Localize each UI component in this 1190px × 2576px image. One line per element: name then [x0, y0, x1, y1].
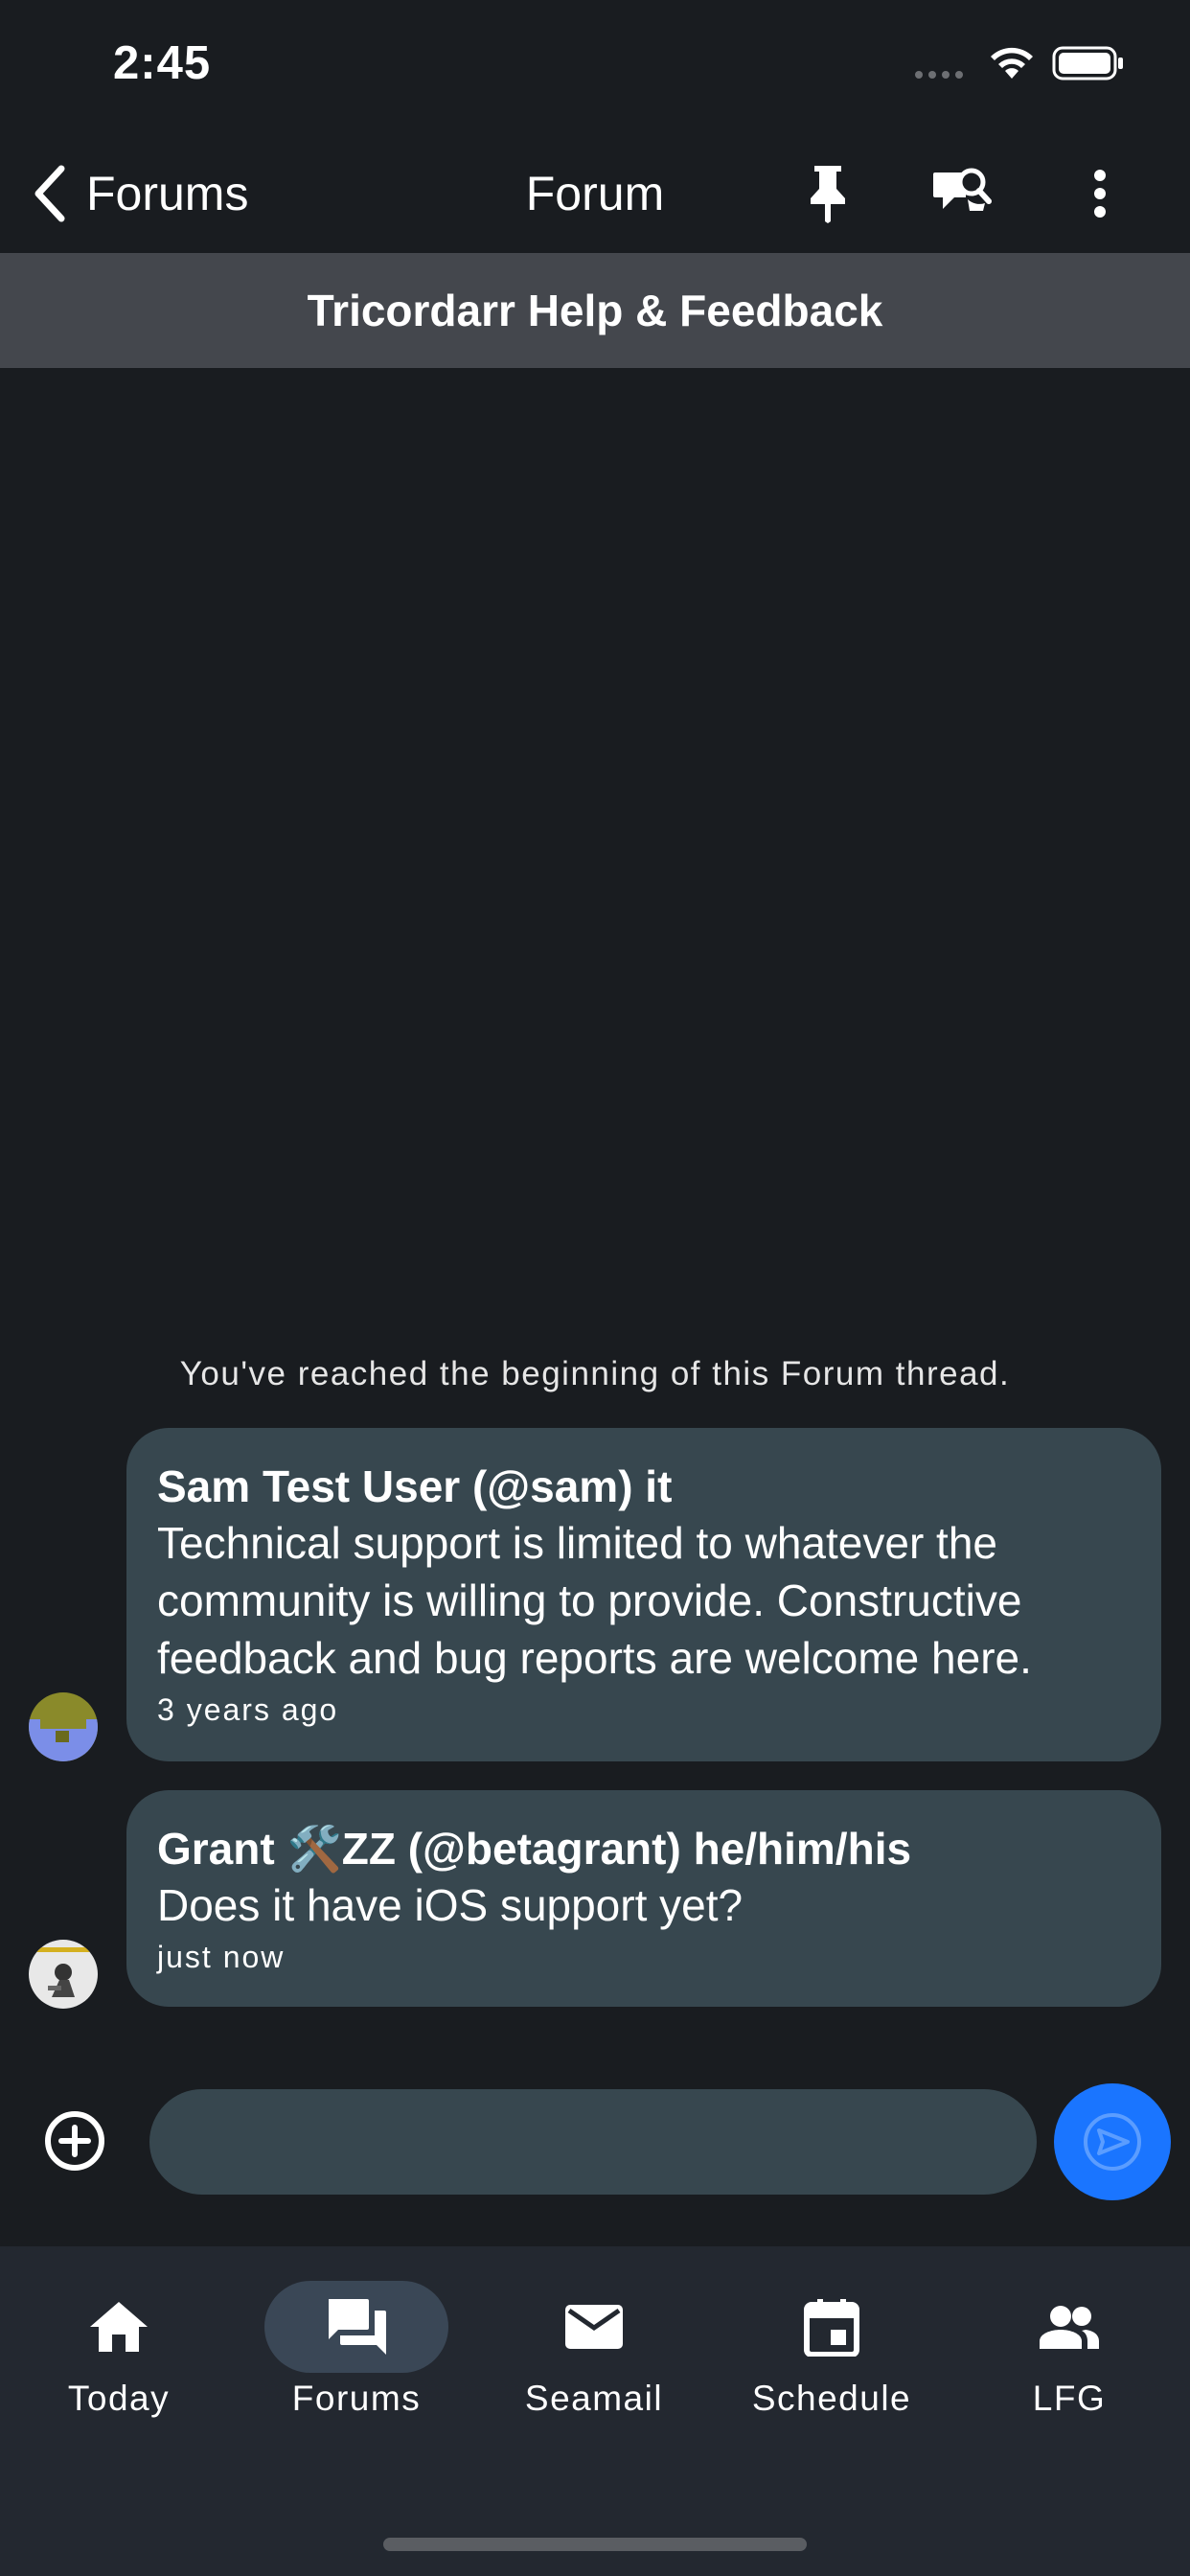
forum-icon — [329, 2299, 386, 2355]
search-forum-button[interactable] — [926, 157, 998, 230]
message-input[interactable] — [149, 2089, 1037, 2195]
people-icon — [1040, 2306, 1099, 2349]
tab-label: Seamail — [524, 2379, 664, 2418]
pin-icon — [811, 166, 845, 223]
forum-post[interactable]: Sam Test User (@sam) it Technical suppor… — [126, 1428, 1161, 1761]
post-text: Technical support is limited to whatever… — [157, 1518, 1032, 1683]
status-time: 2:45 — [113, 37, 212, 89]
home-indicator — [383, 2538, 807, 2551]
tab-label: Schedule — [751, 2379, 912, 2418]
back-label: Forums — [86, 167, 249, 220]
tab-forums[interactable]: Forums — [238, 2281, 475, 2453]
more-options-button[interactable] — [1064, 157, 1136, 230]
avatar[interactable] — [29, 1940, 98, 2009]
avatar-image — [29, 1940, 98, 2009]
tab-label: Today — [67, 2379, 171, 2418]
active-tab-indicator — [264, 2281, 448, 2373]
tab-label: LFG — [1032, 2379, 1107, 2418]
send-icon — [1084, 2113, 1141, 2171]
chevron-left-icon — [34, 165, 65, 222]
post-author: Grant 🛠️ZZ (@betagrant) he/him/his — [157, 1824, 912, 1874]
tab-label: Forums — [291, 2379, 422, 2418]
thread-beginning-notice: You've reached the beginning of this For… — [179, 1355, 1011, 1392]
tab-schedule[interactable]: Schedule — [713, 2281, 950, 2453]
composer — [0, 2070, 1190, 2242]
forum-title: Tricordarr Help & Feedback — [0, 253, 1190, 368]
home-icon — [90, 2302, 148, 2352]
back-button[interactable]: Forums — [29, 157, 248, 230]
cellular-signal-icon — [915, 71, 963, 79]
search-forum-icon — [933, 168, 992, 211]
battery-icon — [1052, 46, 1123, 80]
forum-post[interactable]: Grant 🛠️ZZ (@betagrant) he/him/his Does … — [126, 1790, 1161, 2007]
post-text: Does it have iOS support yet? — [157, 1880, 744, 1930]
post-timestamp: just now — [157, 1940, 286, 1974]
mail-icon — [565, 2305, 623, 2349]
tab-today[interactable]: Today — [0, 2281, 238, 2453]
add-circle-icon[interactable] — [42, 2108, 107, 2174]
avatar[interactable] — [29, 1692, 98, 1761]
post-author: Sam Test User (@sam) it — [157, 1461, 673, 1511]
tab-lfg[interactable]: LFG — [950, 2281, 1188, 2453]
send-button[interactable] — [1054, 2083, 1171, 2200]
tab-bar: Today Forums Seamail Schedule LFG — [0, 2246, 1190, 2576]
more-vert-icon — [1094, 170, 1106, 218]
tab-seamail[interactable]: Seamail — [475, 2281, 713, 2453]
calendar-icon — [804, 2299, 859, 2357]
status-bar: 2:45 — [0, 0, 1190, 134]
pin-button[interactable] — [791, 157, 864, 230]
wifi-icon — [991, 47, 1033, 79]
navigation-bar: Forums Forum — [0, 134, 1190, 253]
post-timestamp: 3 years ago — [157, 1692, 339, 1727]
avatar-image — [29, 1692, 98, 1761]
